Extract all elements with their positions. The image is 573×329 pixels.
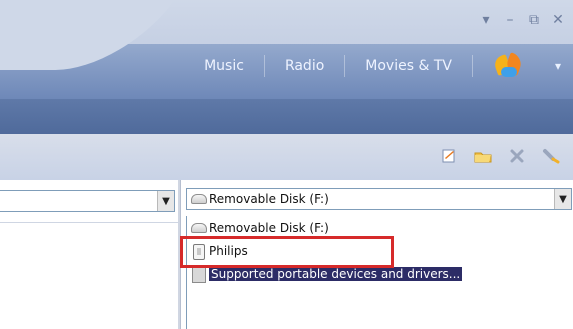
removable-disk-icon bbox=[191, 194, 207, 204]
left-divider bbox=[0, 222, 178, 223]
dropdown-arrow-icon[interactable]: ▼ bbox=[554, 189, 571, 209]
device-list: Removable Disk (F:) Philips Supported po… bbox=[186, 216, 571, 329]
device-dropdown-value: Removable Disk (F:) bbox=[209, 192, 329, 206]
removable-disk-icon bbox=[191, 223, 207, 233]
device-support-icon bbox=[192, 267, 206, 283]
device-dropdown[interactable]: Removable Disk (F:) ▼ bbox=[186, 188, 572, 210]
close-button[interactable]: ✕ bbox=[551, 12, 565, 28]
header-bar bbox=[0, 99, 573, 134]
edit-playlist-icon[interactable] bbox=[439, 147, 459, 165]
restore-button[interactable]: ⧉ bbox=[527, 12, 541, 28]
menu-chevron-icon[interactable]: ▾ bbox=[479, 12, 493, 28]
toolbar-icons bbox=[439, 147, 561, 165]
tab-movies-tv[interactable]: Movies & TV bbox=[363, 56, 454, 76]
tab-music[interactable]: Music bbox=[202, 56, 246, 76]
list-item-removable-disk[interactable]: Removable Disk (F:) bbox=[187, 218, 329, 238]
folder-icon[interactable] bbox=[473, 147, 493, 165]
tab-separator bbox=[344, 55, 346, 77]
dropdown-arrow-icon[interactable]: ▼ bbox=[157, 191, 174, 211]
left-source-dropdown[interactable]: ▼ bbox=[0, 190, 175, 212]
windows-logo-icon[interactable] bbox=[491, 52, 531, 80]
tab-separator bbox=[471, 55, 473, 77]
tab-radio[interactable]: Radio bbox=[283, 56, 326, 76]
nav-tabs: Music Radio Movies & TV ▾ bbox=[202, 52, 561, 80]
window-controls: ▾ – ⧉ ✕ bbox=[479, 10, 573, 30]
chevron-down-icon[interactable]: ▾ bbox=[555, 59, 561, 73]
highlight-box bbox=[180, 236, 394, 268]
list-item-label: Supported portable devices and drivers..… bbox=[209, 267, 463, 281]
minimize-button[interactable]: – bbox=[503, 12, 517, 28]
sync-icon[interactable] bbox=[541, 147, 561, 165]
delete-icon[interactable] bbox=[507, 147, 527, 165]
tab-separator bbox=[263, 55, 265, 77]
list-item-label: Removable Disk (F:) bbox=[209, 221, 329, 235]
